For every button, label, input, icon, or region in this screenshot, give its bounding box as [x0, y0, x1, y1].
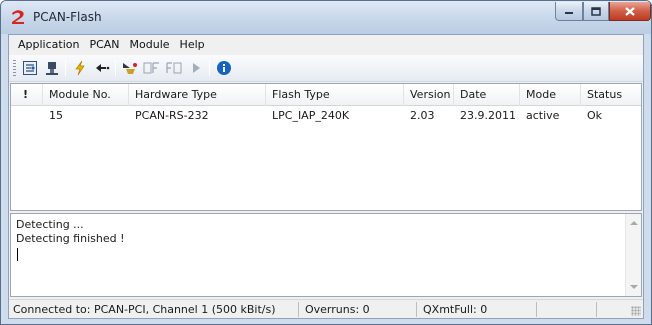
log-line: Detecting ...	[16, 218, 84, 231]
cell-flag	[11, 107, 43, 125]
program-icon	[123, 63, 137, 74]
column-header-flash-type[interactable]: Flash Type	[266, 84, 404, 106]
settings-icon	[23, 61, 37, 75]
cell-flash-type: LPC_IAP_240K	[272, 109, 350, 122]
title-bar[interactable]: PCAN-Flash	[1, 1, 651, 34]
run-button[interactable]	[186, 59, 206, 77]
log-textarea[interactable]: Detecting ... Detecting finished !	[10, 213, 642, 297]
menu-module[interactable]: Module	[125, 35, 175, 55]
toolbar	[9, 55, 643, 82]
status-bar: Connected to: PCAN-PCI, Channel 1 (500 k…	[9, 299, 643, 318]
connect-icon	[46, 62, 58, 75]
window-title: PCAN-Flash	[33, 10, 102, 24]
status-panel-empty	[537, 302, 597, 317]
app-window: PCAN-Flash Application PCAN Module Help	[0, 0, 652, 325]
module-grid[interactable]: ! Module No. Hardware Type Flash Type Ve…	[10, 83, 642, 211]
status-overruns: Overruns: 0	[299, 302, 417, 317]
flash-icon	[166, 62, 182, 74]
detect-icon	[75, 60, 85, 76]
column-header-date[interactable]: Date	[454, 84, 520, 106]
column-header-hardware-type[interactable]: Hardware Type	[129, 84, 266, 106]
info-icon	[217, 61, 231, 75]
resize-grip-icon[interactable]	[631, 306, 641, 316]
column-header-version[interactable]: Version	[404, 84, 454, 106]
fill-flash-icon	[143, 62, 159, 74]
toolbar-separator	[65, 60, 66, 76]
column-header-flag[interactable]: !	[11, 84, 43, 106]
menu-pcan[interactable]: PCAN	[84, 35, 124, 55]
column-header-status[interactable]: Status	[581, 84, 641, 106]
scroll-down-icon[interactable]	[630, 285, 638, 289]
toolbar-grip[interactable]	[13, 60, 16, 76]
settings-button[interactable]	[20, 59, 40, 77]
grid-header: ! Module No. Hardware Type Flash Type Ve…	[11, 84, 641, 106]
status-qxmtfull: QXmtFull: 0	[417, 302, 537, 317]
text-caret	[17, 248, 18, 261]
cell-status: Ok	[587, 109, 603, 122]
pcan-logo-icon	[12, 10, 24, 24]
column-header-module-no[interactable]: Module No.	[43, 84, 129, 106]
detect-button[interactable]	[70, 59, 90, 77]
log-line: Detecting finished !	[16, 232, 125, 245]
toolbar-separator	[115, 60, 116, 76]
column-header-mode[interactable]: Mode	[520, 84, 581, 106]
connect-button[interactable]	[42, 59, 62, 77]
cell-date: 23.9.2011	[460, 109, 516, 122]
close-icon	[625, 6, 635, 16]
cell-mode: active	[526, 109, 560, 122]
menu-bar: Application PCAN Module Help	[9, 35, 643, 55]
back-button[interactable]	[92, 59, 112, 77]
flash-button[interactable]	[164, 59, 184, 77]
menu-application[interactable]: Application	[13, 35, 84, 55]
scroll-up-icon[interactable]	[630, 221, 638, 225]
cell-version: 2.03	[410, 109, 435, 122]
info-button[interactable]	[214, 59, 234, 77]
table-row[interactable]: 15 PCAN-RS-232 LPC_IAP_240K 2.03 23.9.20…	[11, 107, 641, 125]
maximize-button[interactable]	[583, 2, 609, 21]
back-icon	[96, 64, 110, 72]
run-icon	[193, 63, 200, 73]
log-scrollbar[interactable]	[625, 214, 641, 296]
program-button[interactable]	[120, 59, 140, 77]
fill-flash-button[interactable]	[142, 59, 162, 77]
maximize-icon	[591, 6, 601, 16]
status-connection: Connected to: PCAN-PCI, Channel 1 (500 k…	[9, 302, 299, 317]
minimize-icon	[565, 12, 573, 14]
minimize-button[interactable]	[555, 2, 583, 21]
close-button[interactable]	[609, 2, 651, 21]
cell-hardware-type: PCAN-RS-232	[135, 109, 209, 122]
cell-module-no: 15	[49, 109, 63, 122]
toolbar-separator	[209, 60, 210, 76]
client-area: Application PCAN Module Help ! Module No…	[8, 34, 644, 319]
menu-help[interactable]: Help	[175, 35, 210, 55]
